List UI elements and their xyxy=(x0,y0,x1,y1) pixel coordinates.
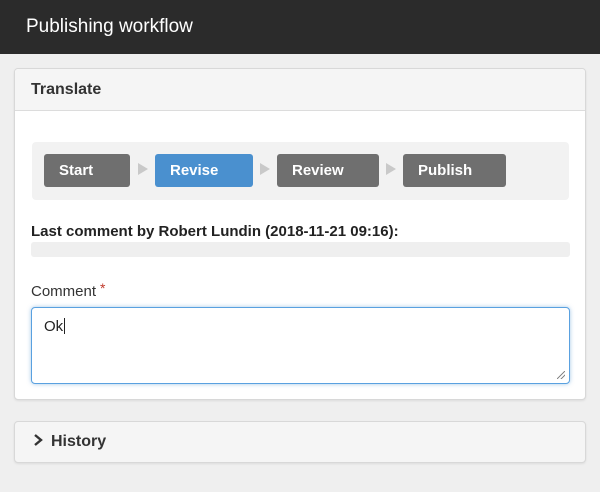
step-publish-button[interactable]: Publish xyxy=(403,154,506,187)
translate-panel: Translate Start Revise Review Publish La… xyxy=(14,68,586,400)
translate-panel-header: Translate xyxy=(15,69,585,111)
page-title: Publishing workflow xyxy=(26,16,193,37)
step-start-button[interactable]: Start xyxy=(44,154,130,187)
history-panel-header[interactable]: History xyxy=(15,422,585,462)
chevron-right-icon xyxy=(33,433,47,451)
required-marker: * xyxy=(100,280,106,296)
step-arrow-icon xyxy=(386,163,396,175)
resize-grip-icon[interactable] xyxy=(557,371,565,379)
last-comment-label: Last comment by Robert Lundin (2018-11-2… xyxy=(31,223,399,240)
comment-textarea[interactable]: Ok xyxy=(31,307,570,384)
comment-label: Comment * xyxy=(31,280,106,300)
history-panel[interactable]: History xyxy=(14,421,586,463)
app-header: Publishing workflow xyxy=(0,0,600,54)
comment-value: Ok xyxy=(44,318,64,335)
history-panel-title: History xyxy=(51,433,107,450)
step-arrow-icon xyxy=(260,163,270,175)
step-review-button[interactable]: Review xyxy=(277,154,379,187)
step-revise-button[interactable]: Revise xyxy=(155,154,253,187)
step-arrow-icon xyxy=(138,163,148,175)
workflow-steps: Start Revise Review Publish xyxy=(32,142,569,200)
last-comment-text xyxy=(31,242,570,257)
text-cursor xyxy=(64,318,66,334)
translate-panel-title: Translate xyxy=(31,80,102,98)
comment-label-text: Comment xyxy=(31,283,97,300)
